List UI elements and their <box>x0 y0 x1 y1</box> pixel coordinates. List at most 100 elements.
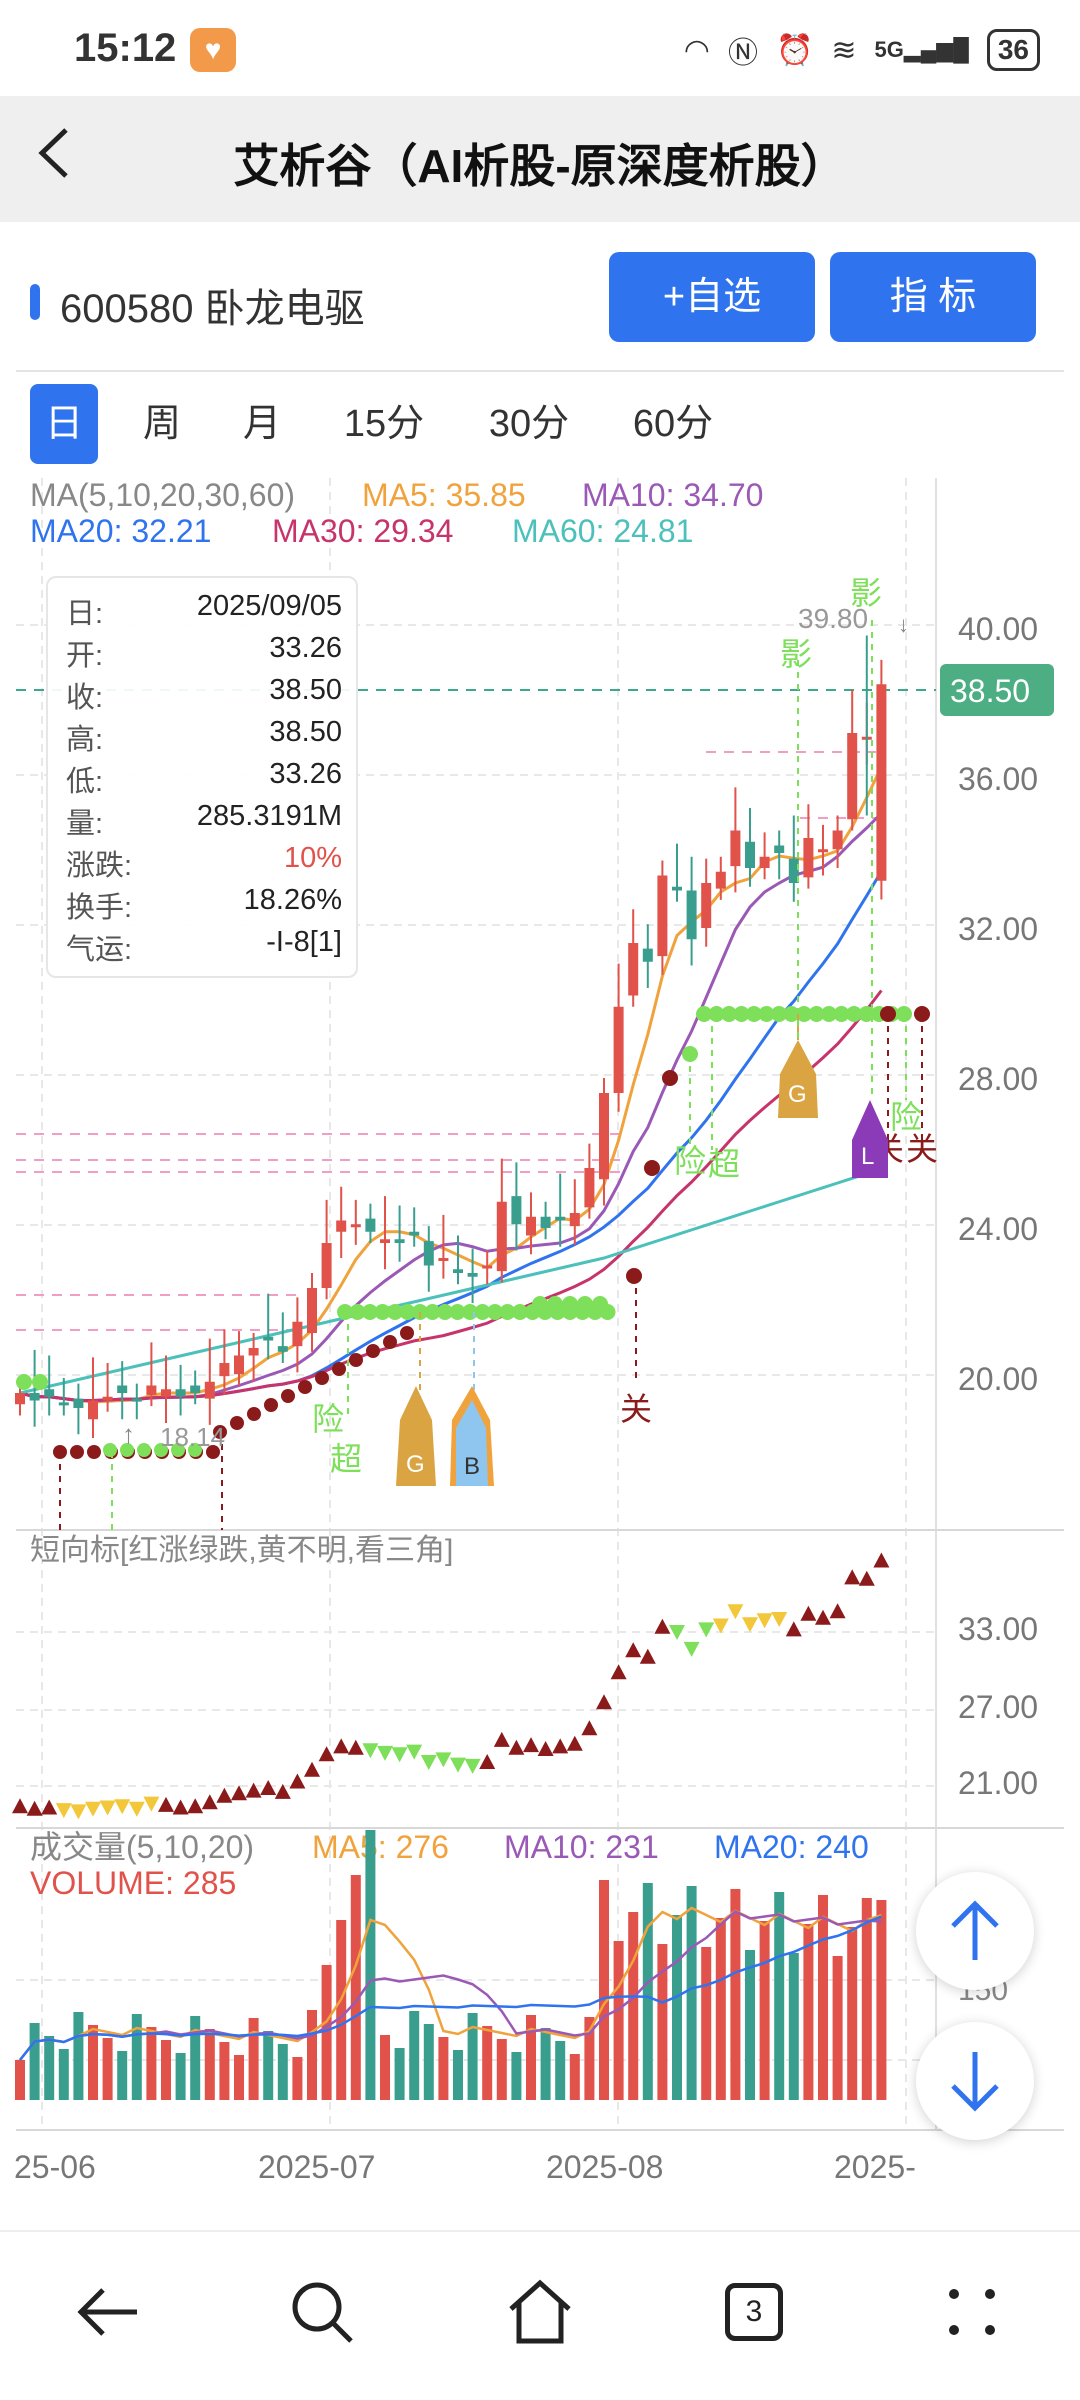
nav-back-button[interactable] <box>58 2262 158 2362</box>
volume-bar <box>657 1944 668 2100</box>
x-axis: 25-06 2025-07 2025-08 2025- <box>14 2149 916 2185</box>
nav-tabs-button[interactable]: 3 <box>704 2262 804 2362</box>
indicator-triangle <box>55 1803 72 1819</box>
chao-marker: 超 <box>330 1441 362 1477</box>
nav-search-button[interactable] <box>272 2262 372 2362</box>
tooltip-value: 18.26% <box>243 884 342 916</box>
browser-bottom-nav: 3 <box>0 2230 1080 2400</box>
volume-bar <box>788 1953 799 2100</box>
status-bar: 15:12 ♥ ◠ Ⓝ ⏰ ≋ 5G▂▄▆█ 36 <box>0 0 1080 96</box>
indicator-triangle <box>128 1801 145 1817</box>
indicator-button[interactable]: 指 标 <box>830 252 1036 342</box>
volume-bar <box>307 2010 317 2100</box>
volume-bar <box>409 2011 420 2100</box>
tooltip-key: 收: <box>66 682 104 714</box>
tooltip-key: 日: <box>66 598 104 630</box>
indicator-triangle <box>114 1799 131 1815</box>
signal-dot <box>626 1268 642 1284</box>
candle-body <box>88 1400 98 1420</box>
candle-body <box>102 1396 113 1401</box>
headphones-icon: ◠ <box>683 33 710 67</box>
volume-bar <box>336 1920 347 2100</box>
signal-dot <box>87 1445 101 1459</box>
scroll-up-button[interactable] <box>916 1872 1034 1990</box>
candle-body <box>496 1201 507 1272</box>
candle-body <box>131 1398 142 1402</box>
tooltip-row: 换手: 18.26% <box>66 884 342 926</box>
candle-body <box>277 1346 288 1352</box>
stock-bar: 600580 卧龙电驱 +自选 指 标 <box>0 222 1080 372</box>
volume-bar <box>730 1889 741 2100</box>
tab-week[interactable]: 周 <box>128 384 196 464</box>
candle-body <box>803 838 814 878</box>
volume-bar <box>44 2036 55 2100</box>
indicator-triangle <box>800 1605 817 1621</box>
tooltip-key: 低: <box>66 766 104 798</box>
nav-home-button[interactable] <box>490 2262 590 2362</box>
period-tabs: 日 周 月 15分 30分 60分 <box>0 378 1080 466</box>
guan-marker: 关 <box>620 1391 652 1427</box>
indicator-triangle <box>158 1796 174 1812</box>
tooltip-row: 低: 33.26 <box>66 758 342 800</box>
indicator-tick: 33.00 <box>958 1611 1038 1647</box>
signal-dot <box>349 1353 363 1367</box>
scroll-up-icon <box>951 1900 999 1960</box>
candle-body <box>730 830 741 867</box>
g-badge-label: G <box>406 1451 425 1478</box>
tab-day[interactable]: 日 <box>30 384 98 464</box>
scroll-down-icon <box>951 2052 999 2112</box>
candle-body <box>175 1389 186 1397</box>
candle-body <box>161 1389 171 1397</box>
scroll-down-button[interactable] <box>916 2022 1034 2140</box>
x-tick: 2025- <box>834 2149 916 2185</box>
indicator-triangle <box>523 1737 539 1753</box>
ying-marker: 影 <box>850 575 882 611</box>
xian-marker: 险 <box>674 1143 706 1179</box>
signal-dot <box>562 1296 578 1312</box>
candle-body <box>701 883 712 928</box>
candle-body <box>555 1216 566 1221</box>
volume-bar <box>628 1912 639 2100</box>
candle-body <box>628 943 639 996</box>
last-price-value: 38.50 <box>950 673 1030 709</box>
price-tick: 40.00 <box>958 611 1038 647</box>
volume-bar <box>453 2050 463 2100</box>
indicator-triangle <box>172 1799 189 1815</box>
volume-bar <box>365 1830 376 2100</box>
candle-body <box>482 1265 493 1269</box>
indicator-triangle <box>639 1648 656 1664</box>
indicator-triangle <box>479 1754 496 1769</box>
signal-dot <box>16 1374 32 1390</box>
tab-month[interactable]: 月 <box>228 384 296 464</box>
signal-dot <box>70 1445 84 1459</box>
ma10-legend: MA10: 34.70 <box>582 477 763 513</box>
tab-60min[interactable]: 60分 <box>620 384 726 464</box>
indicator-triangle <box>493 1731 510 1747</box>
tooltip-row: 高: 38.50 <box>66 716 342 758</box>
indicator-triangle <box>552 1738 569 1754</box>
indicator-triangle <box>566 1735 583 1751</box>
tooltip-value: 10% <box>283 842 342 874</box>
indicator-triangle <box>873 1552 890 1568</box>
candle-body <box>715 871 726 889</box>
tooltip-row: 日: 2025/09/05 <box>66 590 342 632</box>
signal-dot <box>592 1296 608 1312</box>
app-notification-icon: ♥ <box>190 28 236 72</box>
indicator-triangle <box>347 1739 364 1755</box>
signal-dot <box>298 1380 312 1394</box>
add-watchlist-button[interactable]: +自选 <box>609 252 815 342</box>
g-badge-label: G <box>788 1081 807 1108</box>
signal-dot <box>103 1443 117 1457</box>
volume-bar <box>818 1895 828 2100</box>
tab-30min[interactable]: 30分 <box>476 384 582 464</box>
candle-body <box>657 875 668 957</box>
indicator-triangle <box>742 1617 758 1633</box>
indicator-triangle <box>201 1794 218 1810</box>
nav-menu-button[interactable] <box>922 2262 1022 2362</box>
volume-bar <box>234 2055 244 2100</box>
xian-marker: 险 <box>312 1401 344 1437</box>
indicator-triangle <box>815 1609 831 1625</box>
tab-15min[interactable]: 15分 <box>334 384 434 464</box>
chao-marker: 超 <box>708 1146 740 1182</box>
indicator-triangle <box>12 1798 28 1814</box>
